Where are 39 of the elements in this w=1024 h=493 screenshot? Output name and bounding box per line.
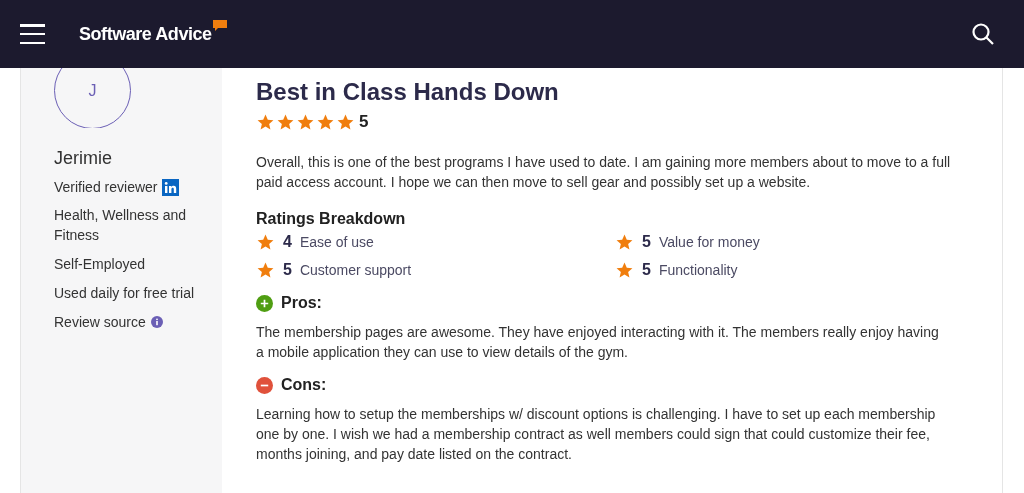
company-size-text: Self-Employed (54, 255, 147, 274)
star-icon (256, 232, 275, 252)
section-title: Cons: (281, 375, 327, 395)
plus-icon (256, 294, 273, 312)
category-label: Value for money (658, 233, 760, 252)
category-score: 5 (642, 260, 651, 280)
info-icon[interactable] (150, 316, 163, 328)
star-icon (296, 112, 315, 132)
category-score: 5 (642, 232, 651, 252)
menu-icon[interactable] (20, 24, 45, 44)
star-icon (615, 232, 634, 252)
reviewer-name: Jerimie (54, 148, 113, 168)
linkedin-icon[interactable] (161, 178, 179, 196)
category-label: Ease of use (299, 233, 374, 252)
verified-label: Verified reviewer (54, 178, 158, 197)
category-label: Customer support (299, 261, 412, 280)
star-icon (336, 112, 355, 132)
category-label: Functionality (658, 261, 738, 280)
usage-text: Used daily for free trial (54, 284, 196, 303)
brand-logo[interactable]: Software Advice (79, 20, 227, 48)
review-source-label: Review source (54, 313, 146, 332)
category-score: 4 (283, 232, 292, 252)
star-icon (615, 260, 634, 280)
category-score: 5 (283, 260, 292, 280)
industry-text: Health, Wellness and Fitness (54, 206, 188, 245)
section-title: Pros: (281, 293, 322, 313)
star-icon (256, 260, 275, 280)
review-summary: Overall, this is one of the best programs I have used to date. I am gaining more members about to move to a full paid access account. I hope we can then move to sell gear and possibly set up a website. (256, 153, 952, 192)
review-title: Best in Class Hands Down (256, 78, 560, 106)
star-icon (316, 112, 335, 132)
speech-bubble-icon (212, 19, 227, 31)
section-text: Learning how to setup the memberships w/ discount options is challenging. I have to set up each membership one by one. I wish we had a membership contract as well members could sign that could customize their fee, months joining, and pay date listed on the contract. (256, 405, 937, 464)
section-text: The membership pages are awesome. They have enjoyed interacting with it. The members really enjoy having a mobile application they can use to view details of the gym. (256, 323, 940, 362)
minus-icon (256, 376, 273, 394)
breakdown-title: Ratings Breakdown (256, 209, 407, 229)
star-icon (256, 112, 275, 132)
rating-score: 5 (359, 112, 369, 132)
star-icon (276, 112, 295, 132)
search-icon[interactable] (971, 22, 995, 46)
